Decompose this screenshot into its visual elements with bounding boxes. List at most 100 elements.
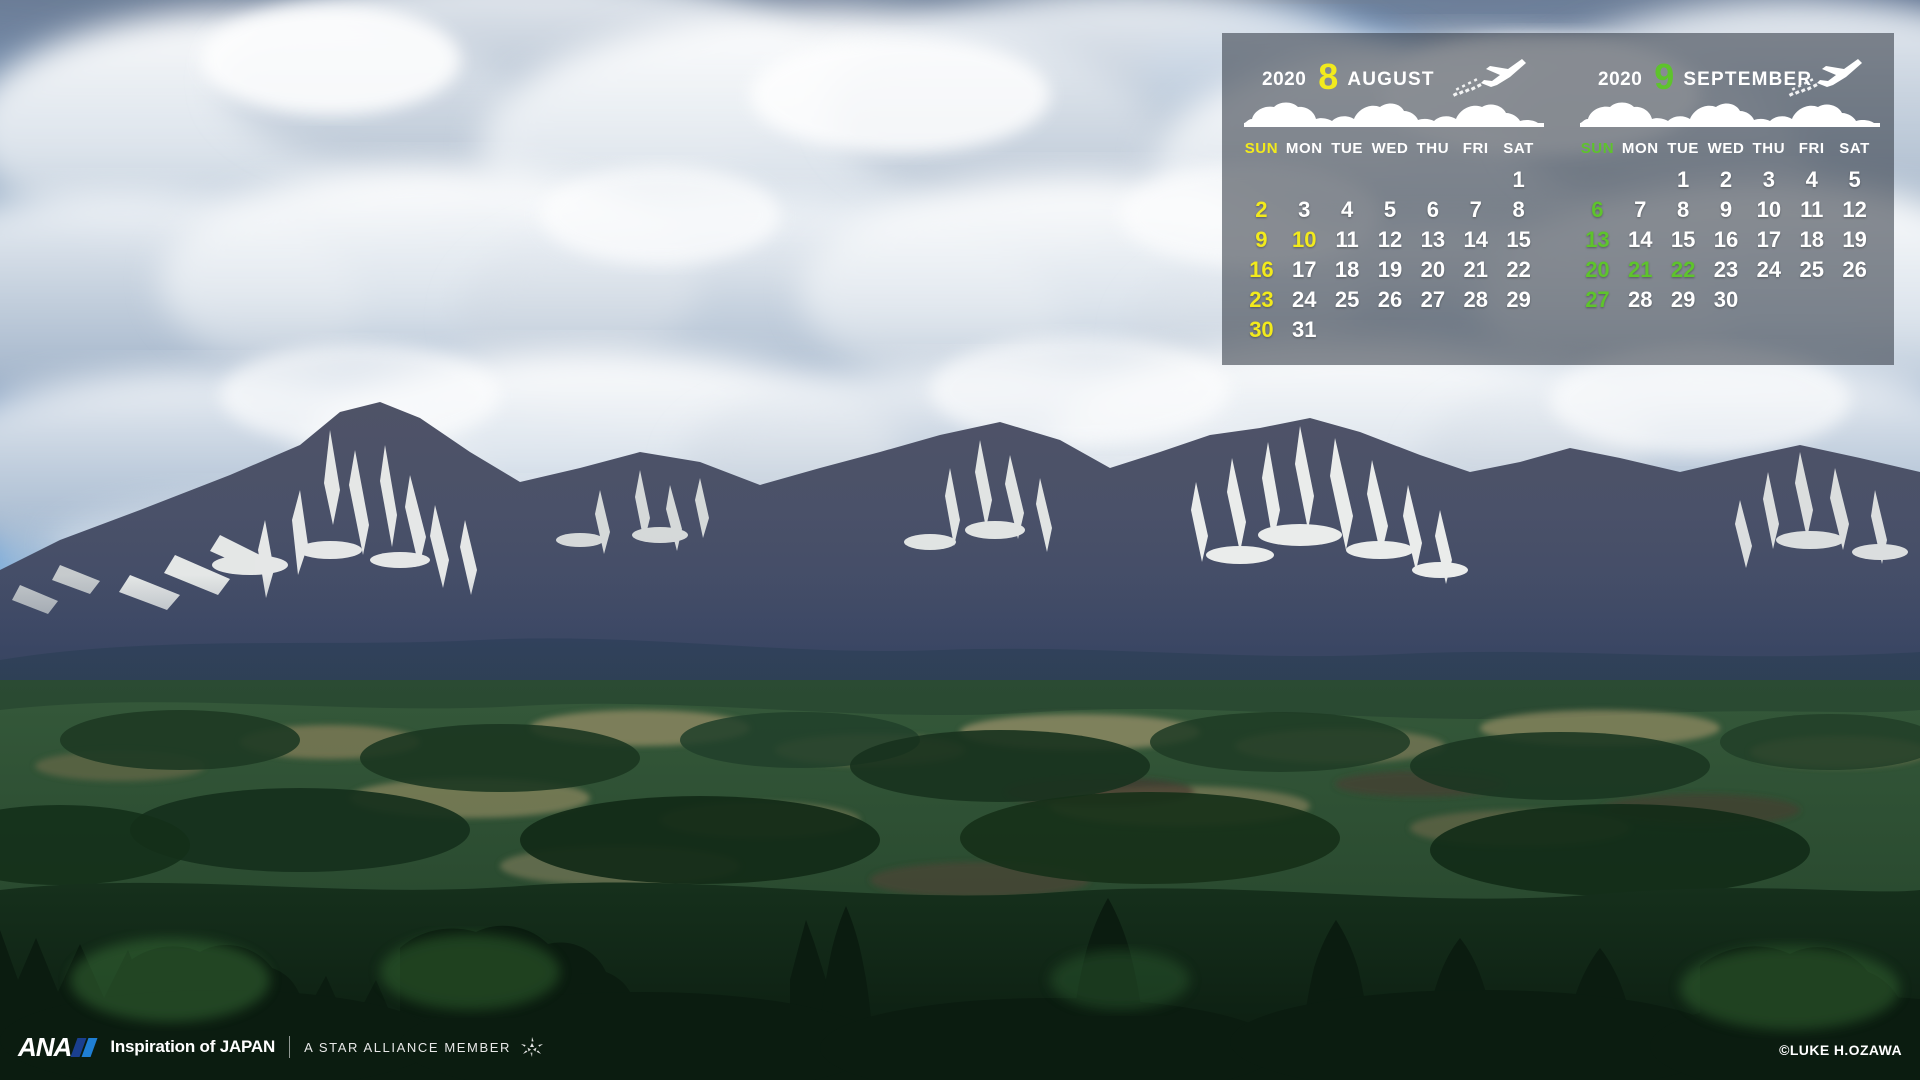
calendar-day[interactable]: 3 — [1283, 197, 1326, 223]
calendar-day[interactable]: 7 — [1619, 197, 1662, 223]
month-september: 2020 9 SEPTEMBER SUN MON TUE WED THU FRI… — [1558, 55, 1894, 365]
september-year: 2020 — [1598, 69, 1643, 90]
calendar-day[interactable]: 16 — [1705, 227, 1748, 253]
august-weekday-row: SUN MON TUE WED THU FRI SAT — [1240, 140, 1540, 157]
weekday-wed: WED — [1707, 140, 1745, 157]
weekday-tue: TUE — [1331, 140, 1364, 157]
calendar-day[interactable]: 6 — [1576, 197, 1619, 223]
calendar-week-row: 13 14 15 16 17 18 19 — [1576, 225, 1876, 255]
weekday-sun: SUN — [1580, 140, 1615, 157]
calendar-day[interactable]: 15 — [1497, 227, 1540, 253]
calendar-week-row: 30 31 — [1240, 315, 1540, 345]
calendar-day[interactable]: 21 — [1454, 257, 1497, 283]
calendar-day[interactable]: 20 — [1576, 257, 1619, 283]
calendar-day[interactable]: 19 — [1833, 227, 1876, 253]
calendar-day[interactable]: 25 — [1790, 257, 1833, 283]
cloud-divider-september — [1580, 102, 1880, 127]
month-august: 2020 8 AUGUST SUN MON TUE WED THU FRI SA… — [1222, 55, 1558, 365]
calendar-day[interactable]: 23 — [1705, 257, 1748, 283]
calendar-day[interactable]: 23 — [1240, 287, 1283, 313]
calendar-day[interactable]: 13 — [1411, 227, 1454, 253]
calendar-day[interactable]: 30 — [1240, 317, 1283, 343]
calendar-day[interactable]: 10 — [1747, 197, 1790, 223]
calendar-day[interactable]: 28 — [1619, 287, 1662, 313]
footer-branding: ANA Inspiration of JAPAN A STAR ALLIANCE… — [18, 1032, 545, 1062]
weekday-sat: SAT — [1839, 140, 1870, 157]
calendar-day[interactable]: 12 — [1833, 197, 1876, 223]
months-container: 2020 8 AUGUST SUN MON TUE WED THU FRI SA… — [1222, 33, 1894, 365]
calendar-day[interactable]: 16 — [1240, 257, 1283, 283]
airplane-icon — [1788, 59, 1862, 97]
calendar-day[interactable]: 27 — [1411, 287, 1454, 313]
calendar-day[interactable]: 12 — [1369, 227, 1412, 253]
september-weekday-row: SUN MON TUE WED THU FRI SAT — [1576, 140, 1876, 157]
weekday-sun: SUN — [1244, 140, 1279, 157]
calendar-day[interactable]: 15 — [1662, 227, 1705, 253]
weekday-mon: MON — [1285, 140, 1323, 157]
calendar-day[interactable]: 13 — [1576, 227, 1619, 253]
calendar-day[interactable]: 8 — [1497, 197, 1540, 223]
calendar-day[interactable]: 18 — [1326, 257, 1369, 283]
calendar-day[interactable]: 1 — [1662, 167, 1705, 193]
calendar-day[interactable]: 11 — [1326, 227, 1369, 253]
calendar-day[interactable]: 17 — [1747, 227, 1790, 253]
calendar-day[interactable]: 14 — [1454, 227, 1497, 253]
calendar-week-row: 9 10 11 12 13 14 15 — [1240, 225, 1540, 255]
calendar-day[interactable]: 28 — [1454, 287, 1497, 313]
calendar-week-row: 23 24 25 26 27 28 29 — [1240, 285, 1540, 315]
calendar-day[interactable]: 26 — [1833, 257, 1876, 283]
calendar-week-row: 16 17 18 19 20 21 22 — [1240, 255, 1540, 285]
calendar-day[interactable]: 20 — [1411, 257, 1454, 283]
september-weeks: 1 2 3 4 5 6 7 8 9 10 11 12 13 14 15 16 17 18 19 20 21 22 23 24 2… — [1576, 165, 1876, 345]
calendar-day[interactable]: 10 — [1283, 227, 1326, 253]
calendar-day[interactable]: 5 — [1833, 167, 1876, 193]
calendar-day[interactable]: 11 — [1790, 197, 1833, 223]
calendar-day[interactable]: 8 — [1662, 197, 1705, 223]
calendar-day[interactable]: 19 — [1369, 257, 1412, 283]
calendar-day[interactable]: 3 — [1747, 167, 1790, 193]
calendar-day[interactable]: 29 — [1662, 287, 1705, 313]
footer-divider — [289, 1036, 291, 1058]
calendar-day[interactable]: 24 — [1283, 287, 1326, 313]
calendar-week-row: 6 7 8 9 10 11 12 — [1576, 195, 1876, 225]
calendar-day[interactable]: 2 — [1705, 167, 1748, 193]
weekday-thu: THU — [1752, 140, 1786, 157]
calendar-day[interactable]: 4 — [1326, 197, 1369, 223]
star-alliance-label: A STAR ALLIANCE MEMBER — [304, 1039, 511, 1055]
calendar-day[interactable]: 9 — [1705, 197, 1748, 223]
calendar-week-row: 2345678 — [1240, 195, 1540, 225]
calendar-day[interactable]: 30 — [1705, 287, 1748, 313]
calendar-day[interactable]: 24 — [1747, 257, 1790, 283]
calendar-day[interactable]: 22 — [1497, 257, 1540, 283]
photo-credit: ©LUKE H.OZAWA — [1779, 1042, 1902, 1058]
weekday-mon: MON — [1621, 140, 1659, 157]
calendar-day[interactable]: 17 — [1283, 257, 1326, 283]
airplane-icon — [1452, 59, 1526, 97]
ana-stripes-icon — [70, 1037, 100, 1057]
calendar-day[interactable]: 29 — [1497, 287, 1540, 313]
calendar-day[interactable]: 14 — [1619, 227, 1662, 253]
calendar-day[interactable]: 5 — [1369, 197, 1412, 223]
calendar-day[interactable]: 18 — [1790, 227, 1833, 253]
calendar-day[interactable]: 25 — [1326, 287, 1369, 313]
august-year: 2020 — [1262, 69, 1307, 90]
weekday-wed: WED — [1371, 140, 1409, 157]
foreground-landscape — [0, 680, 1920, 1080]
calendar-day[interactable]: 21 — [1619, 257, 1662, 283]
weekday-tue: TUE — [1667, 140, 1700, 157]
calendar-day[interactable]: 4 — [1790, 167, 1833, 193]
august-header: 2020 8 AUGUST — [1240, 55, 1540, 97]
calendar-day[interactable]: 2 — [1240, 197, 1283, 223]
calendar-day[interactable]: 27 — [1576, 287, 1619, 313]
calendar-week-row — [1576, 315, 1876, 345]
calendar-day[interactable]: 6 — [1411, 197, 1454, 223]
calendar-day[interactable]: 26 — [1369, 287, 1412, 313]
calendar-day[interactable]: 9 — [1240, 227, 1283, 253]
calendar-day[interactable]: 1 — [1497, 167, 1540, 193]
calendar-week-row: 1 — [1240, 165, 1540, 195]
calendar-day[interactable]: 7 — [1454, 197, 1497, 223]
calendar-day[interactable]: 31 — [1283, 317, 1326, 343]
calendar-panel[interactable]: 2020 8 AUGUST SUN MON TUE WED THU FRI SA… — [1222, 33, 1894, 365]
weekday-sat: SAT — [1503, 140, 1534, 157]
calendar-day[interactable]: 22 — [1662, 257, 1705, 283]
